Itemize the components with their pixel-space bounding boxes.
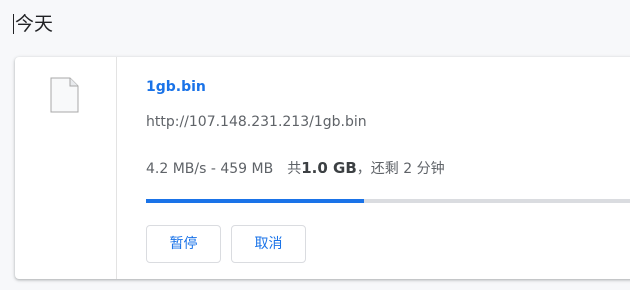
file-name-link[interactable]: 1gb.bin: [146, 79, 206, 95]
date-section-header: 今天: [13, 9, 53, 39]
file-icon: [50, 77, 79, 113]
total-prefix: 共: [287, 161, 302, 177]
date-header-label: 今天: [15, 13, 54, 35]
text-cursor: [13, 14, 14, 34]
download-progress-bar: [146, 199, 630, 203]
download-status: 4.2 MB/s - 459 MB 共1.0 GB，还剩 2 分钟: [146, 158, 445, 178]
source-url: http://107.148.231.213/1gb.bin: [146, 114, 367, 130]
time-remaining: ，还剩 2 分钟: [356, 161, 445, 177]
cancel-button[interactable]: 取消: [231, 225, 306, 263]
file-icon-column: [15, 57, 117, 279]
download-item-card: 1gb.bin http://107.148.231.213/1gb.bin 4…: [15, 57, 630, 279]
total-size: 1.0 GB: [301, 159, 357, 177]
download-progress-fill: [146, 199, 364, 203]
pause-button[interactable]: 暂停: [146, 225, 221, 263]
speed-and-received: 4.2 MB/s - 459 MB: [146, 161, 274, 177]
